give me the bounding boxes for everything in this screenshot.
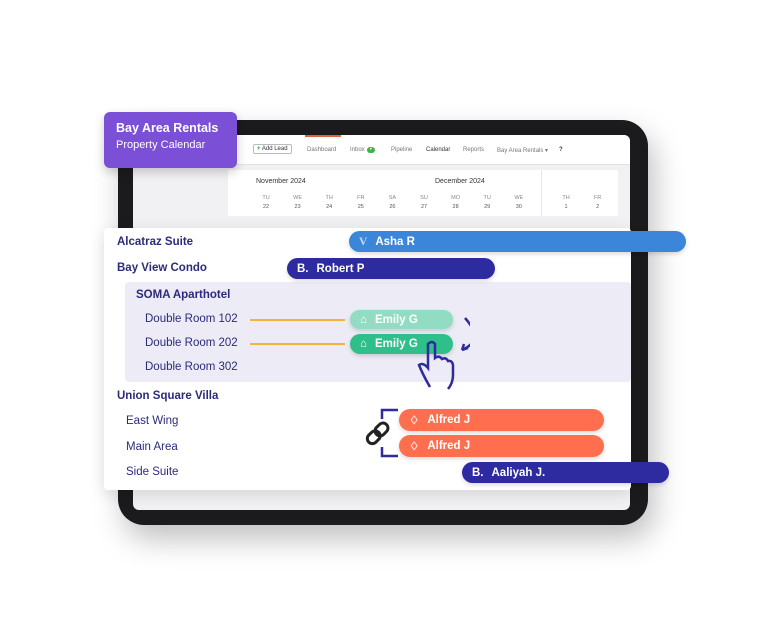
- day-weekday: TH: [325, 195, 333, 201]
- property-soma[interactable]: SOMA Aparthotel: [136, 289, 230, 301]
- drag-illustration: [417, 317, 470, 390]
- property-union[interactable]: Union Square Villa: [117, 390, 218, 402]
- nav-account-dropdown[interactable]: Bay Area Rentals ▾: [497, 147, 548, 154]
- guest-name: Aaliyah J.: [491, 466, 546, 479]
- month-label: November 2024: [256, 178, 306, 185]
- guest-name: Alfred J: [427, 414, 471, 426]
- day-weekday: FR: [593, 195, 602, 201]
- day-weekday: TU: [262, 195, 270, 201]
- nav-inbox[interactable]: Inbox •: [350, 147, 375, 153]
- nav-reports[interactable]: Reports: [463, 147, 484, 153]
- guest-name: Alfred J: [427, 440, 471, 452]
- connector-line: [250, 319, 345, 321]
- guest-name: Asha R: [375, 235, 415, 248]
- day-weekday: SA: [388, 195, 397, 201]
- day-number[interactable]: 30: [509, 204, 529, 210]
- room-main-area[interactable]: Main Area: [126, 441, 178, 453]
- help-icon[interactable]: ?: [559, 147, 563, 153]
- day-weekday: FR: [357, 195, 365, 201]
- airbnb-icon: ♢: [409, 441, 420, 453]
- day-weekday: SU: [420, 195, 428, 201]
- property-alcatraz[interactable]: Alcatraz Suite: [117, 236, 193, 248]
- day-number[interactable]: 28: [446, 204, 466, 210]
- day-number[interactable]: 24: [319, 204, 339, 210]
- vrbo-icon: V: [359, 235, 368, 248]
- day-number[interactable]: 2: [588, 204, 608, 210]
- day-number[interactable]: 29: [477, 204, 497, 210]
- link-illustration: [365, 408, 398, 458]
- room-side-suite[interactable]: Side Suite: [126, 466, 178, 478]
- day-weekday: WE: [293, 195, 303, 201]
- add-lead-button[interactable]: + Add Lead: [253, 144, 292, 154]
- active-indicator: [305, 135, 341, 137]
- account-tag: Bay Area Rentals Property Calendar: [104, 112, 237, 168]
- property-bayview[interactable]: Bay View Condo: [117, 262, 207, 274]
- hostaway-icon: ⌂: [360, 338, 367, 350]
- guest-name: Robert P: [316, 262, 365, 275]
- booking-alfred-east[interactable]: ♢ Alfred J: [399, 409, 604, 431]
- room-east-wing[interactable]: East Wing: [126, 415, 178, 427]
- add-lead-label: Add Lead: [261, 146, 288, 152]
- tag-title: Bay Area Rentals: [116, 121, 219, 135]
- booking-alfred-main[interactable]: ♢ Alfred J: [399, 435, 604, 457]
- booking-icon: B.: [297, 262, 309, 275]
- day-number[interactable]: 27: [414, 204, 434, 210]
- room-202[interactable]: Double Room 202: [145, 337, 238, 349]
- tag-subtitle: Property Calendar: [116, 139, 206, 151]
- room-302[interactable]: Double Room 302: [145, 361, 238, 373]
- day-number[interactable]: 25: [351, 204, 371, 210]
- nav-dashboard[interactable]: Dashboard: [307, 147, 336, 153]
- day-weekday: MO: [451, 195, 461, 201]
- booking-aaliyah[interactable]: B. Aaliyah J.: [462, 462, 669, 483]
- arrow-head: [460, 343, 469, 352]
- nav-pipeline[interactable]: Pipeline: [391, 147, 412, 153]
- divider: [541, 170, 542, 216]
- hand-pointer-icon: [417, 340, 455, 390]
- hostaway-icon: ⌂: [360, 313, 367, 326]
- booking-asha[interactable]: V Asha R: [349, 231, 686, 252]
- inbox-label: Inbox: [350, 147, 365, 153]
- day-weekday: TU: [483, 195, 491, 201]
- day-weekday: WE: [514, 195, 524, 201]
- day-number[interactable]: 26: [382, 204, 402, 210]
- room-102[interactable]: Double Room 102: [145, 313, 238, 325]
- day-number[interactable]: 22: [256, 204, 276, 210]
- link-icon: [365, 421, 390, 446]
- day-weekday: TH: [562, 195, 570, 201]
- calendar-header: November 2024 December 2024 TU 22 WE 23 TH 24…: [228, 170, 618, 216]
- connector-line: [250, 343, 345, 345]
- day-number[interactable]: 1: [556, 204, 576, 210]
- airbnb-icon: ♢: [409, 415, 420, 427]
- booking-icon: B.: [472, 466, 484, 479]
- month-label: December 2024: [435, 178, 485, 185]
- booking-robert[interactable]: B. Robert P: [287, 258, 495, 279]
- nav-calendar[interactable]: Calendar: [426, 147, 450, 153]
- inbox-badge: •: [366, 147, 375, 153]
- day-number[interactable]: 23: [288, 204, 308, 210]
